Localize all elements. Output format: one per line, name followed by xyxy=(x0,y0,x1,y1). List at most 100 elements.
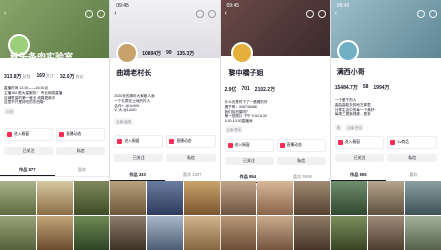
profile-stats: 10894万 99 135.3万 xyxy=(142,50,195,57)
video-grid xyxy=(220,181,330,250)
followers-stat[interactable]: 135.3万 xyxy=(177,50,196,57)
likes-stat[interactable]: 10894万 xyxy=(142,50,162,57)
profile-screen-4: 09:45 ‹ 满西小哥 15484.7万 58 1994万 一个爱干的人 曲曲… xyxy=(330,0,441,250)
message-button[interactable]: 私信 xyxy=(56,147,106,155)
live-entry[interactable]: 直播动态 xyxy=(56,128,106,141)
status-time: 09:45 xyxy=(116,3,129,9)
profile-stats: 15484.7万 58 1994万 xyxy=(335,84,391,91)
video-thumbnail[interactable] xyxy=(0,181,36,215)
tab-likes[interactable]: 喜欢 xyxy=(386,172,441,181)
action-buttons: 已关注 私信 xyxy=(114,154,216,162)
cart-icon xyxy=(117,139,123,144)
more-icon[interactable] xyxy=(429,10,437,18)
video-thumbnail[interactable] xyxy=(183,181,220,215)
profile-name: 满西小哥 xyxy=(336,69,365,76)
search-icon[interactable] xyxy=(305,10,314,18)
following-button[interactable]: 已关注 xyxy=(224,157,274,165)
avatar[interactable] xyxy=(230,42,253,64)
search-icon[interactable] xyxy=(85,10,94,18)
video-thumbnail[interactable] xyxy=(404,216,441,250)
profile-bio: 直播时间 12:30——16:30点 主播160 是大量服务！ 专业网络直播 店… xyxy=(4,86,63,105)
live-icon xyxy=(279,143,285,148)
profile-screen-3: 09:45 ‹ 黎中橋子姐 2.9亿 701 2102.2万 什么也是时下了一看… xyxy=(220,0,331,250)
video-thumbnail[interactable] xyxy=(330,181,367,215)
following-stat[interactable]: 169关注 xyxy=(37,73,54,80)
video-thumbnail[interactable] xyxy=(0,216,36,250)
avatar[interactable] xyxy=(336,40,359,62)
video-thumbnail[interactable] xyxy=(73,216,110,250)
video-thumbnail[interactable] xyxy=(294,181,330,215)
following-button[interactable]: 已关注 xyxy=(334,154,385,162)
video-thumbnail[interactable] xyxy=(36,216,73,250)
followers-stat[interactable]: 32.0万粉丝 xyxy=(60,73,84,80)
video-grid xyxy=(330,181,441,250)
back-icon[interactable]: ‹ xyxy=(4,10,6,17)
avatar[interactable] xyxy=(116,42,139,64)
likes-stat[interactable]: 15484.7万 xyxy=(335,84,359,91)
video-thumbnail[interactable] xyxy=(330,216,367,250)
live-entry[interactable]: 直播动态 xyxy=(166,135,216,148)
more-icon[interactable] xyxy=(207,10,216,18)
following-button[interactable]: 已关注 xyxy=(114,154,164,162)
back-icon[interactable]: ‹ xyxy=(335,10,337,17)
video-thumbnail[interactable] xyxy=(110,216,146,250)
following-stat[interactable]: 99 xyxy=(166,50,173,57)
video-thumbnail[interactable] xyxy=(220,181,257,215)
profile-entries: 进入橱窗 直播动态 xyxy=(4,128,106,141)
search-icon[interactable] xyxy=(195,10,204,18)
video-thumbnail[interactable] xyxy=(147,181,183,215)
following-button[interactable]: 已关注 xyxy=(4,147,54,155)
video-thumbnail[interactable] xyxy=(294,216,330,250)
likes-stat[interactable]: 313.8万获赞 xyxy=(4,73,31,80)
cart-icon xyxy=(7,132,12,137)
video-thumbnail[interactable] xyxy=(73,181,110,215)
tab-works[interactable]: 作品 877 xyxy=(0,167,55,176)
tab-works[interactable]: 作品 505 xyxy=(330,172,386,181)
tab-works[interactable]: 作品 333 xyxy=(110,172,165,181)
tag-chip: 云南·西文 xyxy=(345,124,364,131)
profile-tabs: 作品 877 喜欢 xyxy=(0,167,110,177)
live-icon xyxy=(169,139,175,144)
tag-chip: 云南·曲靖 xyxy=(114,118,133,125)
search-icon[interactable] xyxy=(417,10,425,18)
profile-stats: 313.8万获赞 169关注 32.0万粉丝 xyxy=(4,73,84,80)
shop-window-entry[interactable]: 进入橱窗 xyxy=(224,139,274,152)
video-thumbnail[interactable] xyxy=(220,216,257,250)
message-button[interactable]: 私信 xyxy=(276,157,326,165)
profile-screen-2: 09:45 ‹ 10894万 99 135.3万 曲靖老村长 2020年的清年大… xyxy=(110,0,221,250)
video-thumbnail[interactable] xyxy=(404,181,441,215)
profile-bio: 什么也是时下了一看看的好 橘子哥：306748486 我们给拍摄吗？ 第一拍照片… xyxy=(224,100,268,124)
video-thumbnail[interactable] xyxy=(36,181,73,215)
status-time: 09:45 xyxy=(226,3,240,9)
video-thumbnail[interactable] xyxy=(367,216,404,250)
back-icon[interactable]: ‹ xyxy=(225,10,227,17)
product-entry[interactable]: 1v商品 xyxy=(387,136,437,149)
followers-stat[interactable]: 1994万 xyxy=(373,84,390,91)
followers-stat[interactable]: 2102.2万 xyxy=(255,86,276,93)
live-icon xyxy=(59,132,65,137)
video-thumbnail[interactable] xyxy=(257,181,293,215)
likes-stat[interactable]: 2.9亿 xyxy=(225,86,238,93)
tab-likes[interactable]: 喜欢 2667 xyxy=(165,172,220,181)
tab-likes[interactable]: 喜欢 xyxy=(55,167,110,176)
shop-window-entry[interactable]: 进入橱窗 xyxy=(334,136,385,149)
following-stat[interactable]: 701 xyxy=(241,86,250,93)
action-buttons: 已关注 私信 xyxy=(334,154,437,162)
status-bar: 09:45 xyxy=(227,3,324,9)
more-icon[interactable] xyxy=(97,10,106,18)
shop-window-entry[interactable]: 进入橱窗 xyxy=(4,128,54,141)
live-entry[interactable]: 直播动态 xyxy=(276,139,326,152)
video-thumbnail[interactable] xyxy=(367,181,404,215)
back-icon[interactable]: ‹ xyxy=(114,10,116,17)
video-thumbnail[interactable] xyxy=(257,216,293,250)
shop-window-entry[interactable]: 进入橱窗 xyxy=(114,135,164,148)
message-button[interactable]: 私信 xyxy=(166,154,216,162)
video-thumbnail[interactable] xyxy=(147,216,183,250)
profile-stats: 2.9亿 701 2102.2万 xyxy=(225,86,277,93)
more-icon[interactable] xyxy=(317,10,326,18)
profile-entries: 进入橱窗 直播动态 xyxy=(224,139,326,152)
following-stat[interactable]: 58 xyxy=(363,84,370,91)
message-button[interactable]: 私信 xyxy=(387,154,437,162)
video-thumbnail[interactable] xyxy=(183,216,220,250)
video-thumbnail[interactable] xyxy=(110,181,146,215)
